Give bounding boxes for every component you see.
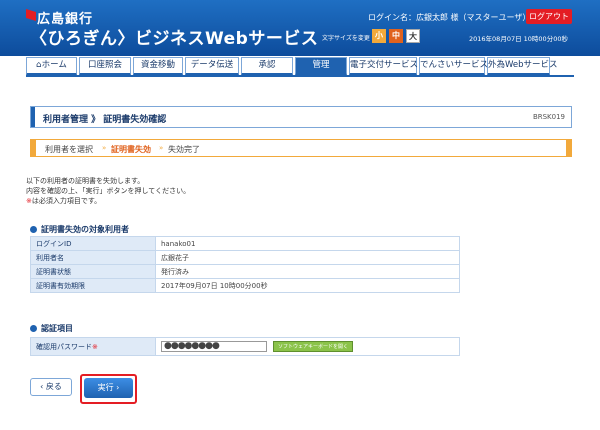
main-nav: ⌂ホーム 口座照会 資金移動 データ伝送 承認 管理 電子交付サービス でんさい… — [26, 57, 574, 76]
font-size-label: 文字サイズを変更 — [322, 35, 370, 42]
nav-item-fund-transfer[interactable]: 資金移動 — [133, 57, 183, 76]
auth-table: 確認用パスワード※ ●●●●●●●● ソフトウェアキーボードを開く — [30, 337, 460, 356]
login-info: ログイン名：広銀太郎 様（マスターユーザ） — [368, 13, 531, 22]
bank-logo-icon — [26, 9, 36, 21]
font-size-small-button[interactable]: 小 — [372, 29, 386, 43]
software-keyboard-button[interactable]: ソフトウェアキーボードを開く — [273, 341, 354, 352]
nav-underline — [26, 75, 574, 77]
required-note-text: は必須入力項目です。 — [31, 197, 102, 205]
nav-item-approval[interactable]: 承認 — [241, 57, 293, 76]
auth-section-title: 認証項目 — [30, 323, 73, 334]
chevron-left-icon: ‹ — [40, 382, 44, 391]
screen-code: BRSK019 — [532, 113, 565, 121]
nav-item-forex[interactable]: 外為Webサービス — [487, 57, 558, 76]
required-note: ※は必須入力項目です。 — [26, 196, 190, 206]
password-input[interactable]: ●●●●●●●● — [161, 341, 267, 352]
step-arrow-icon: » — [159, 144, 164, 152]
intro-line: 以下の利用者の証明書を失効します。 — [26, 177, 145, 185]
row-label-login-id: ログインID — [30, 236, 156, 251]
nav-item-densai[interactable]: でんさいサービス — [419, 57, 488, 76]
step-select-user: 利用者を選択 — [45, 145, 93, 154]
step-revoke-certificate: 証明書失効 — [111, 145, 151, 154]
page-title: 利用者管理 》 証明書失効確認 — [43, 115, 167, 125]
current-datetime: 2016年08月07日 10時00分00秒 — [469, 35, 568, 43]
service-name: 〈ひろぎん〉ビジネスWebサービス — [30, 29, 319, 49]
password-label: 確認用パスワード※ — [30, 337, 156, 356]
row-label-user-name: 利用者名 — [30, 250, 156, 265]
execute-button-label: 実行 — [97, 383, 114, 392]
chevron-right-icon: › — [116, 383, 120, 392]
row-value-cert-expiry: 2017年09月07日 10時00分00秒 — [155, 278, 460, 293]
row-value-login-id: hanako01 — [155, 236, 460, 251]
target-section-title-text: 証明書失効の対象利用者 — [41, 225, 129, 234]
row-value-cert-status: 発行済み — [155, 264, 460, 279]
intro-line: 内容を確認の上、「実行」ボタンを押してください。 — [26, 187, 191, 195]
logout-button[interactable]: ログアウト — [526, 9, 572, 24]
step-edge-left — [30, 139, 36, 157]
auth-section-title-text: 認証項目 — [41, 324, 73, 333]
target-user-table: ログインID hanako01 利用者名 広銀花子 証明書状態 発行済み 証明書… — [30, 236, 460, 293]
nav-item-home[interactable]: ⌂ホーム — [26, 57, 77, 76]
font-size-medium-button[interactable]: 中 — [389, 29, 403, 43]
execute-button[interactable]: 実行 › — [84, 378, 133, 398]
font-size-large-button[interactable]: 大 — [406, 29, 420, 43]
section-bullet-icon — [30, 325, 37, 332]
password-label-text: 確認用パスワード — [36, 342, 92, 351]
nav-item-account-inquiry[interactable]: 口座照会 — [79, 57, 131, 76]
row-value-user-name: 広銀花子 — [155, 250, 460, 265]
section-bullet-icon — [30, 226, 37, 233]
nav-item-management[interactable]: 管理 — [295, 57, 347, 76]
progress-steps: 利用者を選択 » 証明書失効 » 失効完了 — [30, 139, 572, 157]
step-edge-right — [566, 139, 572, 157]
target-section-title: 証明書失効の対象利用者 — [30, 224, 129, 235]
title-accent-bar — [31, 107, 35, 127]
nav-item-label: ホーム — [41, 60, 67, 70]
row-label-cert-status: 証明書状態 — [30, 264, 156, 279]
step-revoke-complete: 失効完了 — [168, 145, 200, 154]
table-row: 利用者名 広銀花子 — [30, 250, 460, 265]
password-cell: ●●●●●●●● ソフトウェアキーボードを開く — [155, 337, 460, 356]
header: 広島銀行 〈ひろぎん〉ビジネスWebサービス ログイン名：広銀太郎 様（マスター… — [0, 0, 600, 56]
page-title-box: 利用者管理 》 証明書失効確認 BRSK019 — [30, 106, 572, 128]
row-label-cert-expiry: 証明書有効期限 — [30, 278, 156, 293]
required-mark: ※ — [92, 342, 98, 351]
table-row: ログインID hanako01 — [30, 236, 460, 251]
nav-item-data-transmission[interactable]: データ伝送 — [185, 57, 239, 76]
table-row: 証明書状態 発行済み — [30, 264, 460, 279]
back-button[interactable]: ‹ 戻る — [30, 378, 72, 396]
back-button-label: 戻る — [45, 382, 62, 391]
table-row: 確認用パスワード※ ●●●●●●●● ソフトウェアキーボードを開く — [30, 337, 460, 356]
intro-text: 以下の利用者の証明書を失効します。 内容を確認の上、「実行」ボタンを押してくださ… — [26, 176, 190, 206]
nav-item-e-delivery[interactable]: 電子交付サービス — [349, 57, 418, 76]
step-arrow-icon: » — [102, 144, 107, 152]
table-row: 証明書有効期限 2017年09月07日 10時00分00秒 — [30, 278, 460, 293]
